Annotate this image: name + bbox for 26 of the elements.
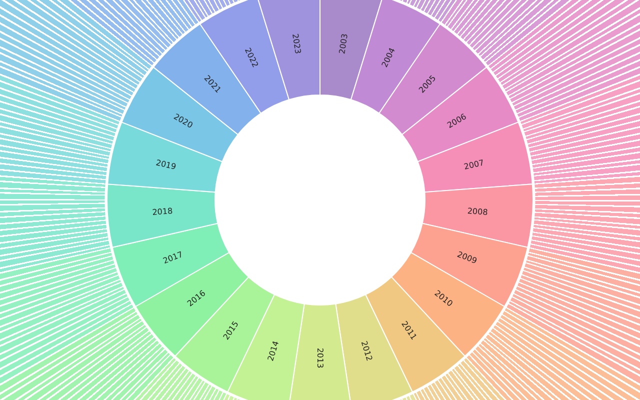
year-segment[interactable]	[152, 24, 262, 136]
year-segment[interactable]	[106, 184, 218, 248]
year-label: 2012	[359, 340, 374, 362]
year-segment[interactable]	[378, 24, 488, 136]
year-segment[interactable]	[320, 0, 384, 100]
year-label: 2009	[456, 250, 478, 266]
year-label: 2019	[155, 158, 177, 172]
year-label: 2022	[242, 46, 260, 69]
year-segment[interactable]	[288, 303, 352, 400]
year-segment[interactable]	[135, 252, 250, 357]
year-label: 2013	[316, 348, 324, 368]
year-label: 2017	[162, 250, 184, 266]
year-label: 2004	[380, 46, 398, 69]
year-segment[interactable]	[410, 222, 528, 307]
year-label: 2018	[152, 206, 173, 218]
year-segment[interactable]	[256, 0, 320, 100]
year-segment[interactable]	[350, 0, 440, 114]
year-label: 2003	[338, 33, 350, 54]
year-segment[interactable]	[390, 252, 505, 357]
year-segment[interactable]	[200, 0, 290, 114]
year-label: 2007	[463, 158, 485, 172]
year-label: 2008	[467, 206, 488, 218]
year-label: 2023	[290, 33, 302, 54]
year-label: 2014	[266, 340, 281, 362]
year-segment[interactable]	[422, 184, 534, 248]
year-segment[interactable]	[112, 222, 230, 307]
